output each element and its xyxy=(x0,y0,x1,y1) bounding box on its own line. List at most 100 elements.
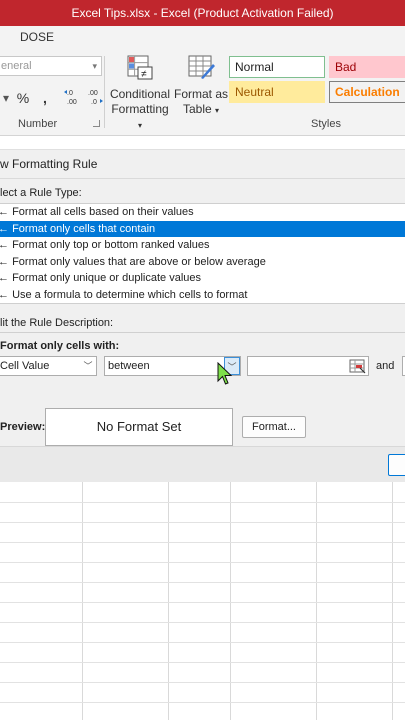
and-label: and xyxy=(376,360,395,372)
grid-column-line xyxy=(392,482,393,720)
format-only-cells-with-label: Format only cells with: xyxy=(0,340,120,352)
ribbon-tab[interactable]: DOSE xyxy=(20,30,54,44)
grid-column-line xyxy=(316,482,317,720)
dialog-footer xyxy=(0,446,405,482)
percent-style-button[interactable]: % xyxy=(12,90,34,106)
svg-text:.0: .0 xyxy=(67,90,73,97)
divider xyxy=(0,332,405,333)
number-format-dropdown[interactable]: eneral ▾ xyxy=(0,56,102,76)
rule-type-label: Use a formula to determine which cells t… xyxy=(12,288,248,301)
condition-value: Cell Value xyxy=(0,360,50,372)
rule-type-label: Format only cells that contain xyxy=(12,222,156,235)
bullet-arrow-icon: ← xyxy=(0,288,9,301)
divider xyxy=(0,178,405,179)
svg-text:.00: .00 xyxy=(88,90,98,97)
rule-type-item[interactable]: ← Use a formula to determine which cells… xyxy=(0,287,405,304)
preview-label: Preview: xyxy=(0,421,46,433)
condition-dropdown[interactable]: Cell Value ﹀ xyxy=(0,356,97,376)
style-neutral-label: Neutral xyxy=(235,85,274,99)
rule-type-item[interactable]: ← Format only unique or duplicate values xyxy=(0,270,405,287)
range-selector-icon[interactable] xyxy=(349,358,367,374)
style-normal-label: Normal xyxy=(235,60,274,74)
bullet-arrow-icon: ← xyxy=(0,239,9,252)
format-as-table-label-2: Table xyxy=(182,102,212,116)
number-group-label: Number xyxy=(18,118,58,130)
grid-row-line xyxy=(0,502,405,503)
value1-input[interactable] xyxy=(247,356,369,376)
chevron-down-icon: ▾ xyxy=(137,121,142,130)
style-neutral[interactable]: Neutral xyxy=(229,81,325,103)
select-rule-type-label: lect a Rule Type: xyxy=(0,187,82,199)
grid-row-line xyxy=(0,622,405,623)
grid-row-line xyxy=(0,582,405,583)
conditional-formatting-button[interactable]: ≠ Conditional Formatting ▾ xyxy=(108,54,172,133)
grid-row-line xyxy=(0,562,405,563)
grid-row-line xyxy=(0,642,405,643)
number-dialog-launcher-icon[interactable] xyxy=(93,120,100,127)
grid-row-line xyxy=(0,602,405,603)
window-title-bar: Excel Tips.xlsx - Excel (Product Activat… xyxy=(0,0,405,26)
grid-column-line xyxy=(230,482,231,720)
grid-row-line xyxy=(0,682,405,683)
rule-type-item[interactable]: ← Format only values that are above or b… xyxy=(0,254,405,271)
svg-text:.0: .0 xyxy=(91,99,97,106)
bullet-arrow-icon: ← xyxy=(0,272,9,285)
format-button[interactable]: Format... xyxy=(242,416,306,438)
rule-type-list: ← Format all cells based on their values… xyxy=(0,203,405,304)
format-as-table-icon xyxy=(188,55,215,79)
ribbon-separator xyxy=(104,56,105,128)
styles-group-label: Styles xyxy=(311,118,341,130)
grid-column-line xyxy=(82,482,83,720)
dialog-title: w Formatting Rule xyxy=(0,150,405,178)
format-as-table-button[interactable]: Format as Table ▾ xyxy=(174,54,228,118)
format-as-table-label-1: Format as xyxy=(174,87,229,101)
decrease-decimal-icon: .00 .0 xyxy=(88,90,103,106)
preview-text: No Format Set xyxy=(96,419,182,434)
style-bad-label: Bad xyxy=(335,60,357,74)
rule-type-label: Format only top or bottom ranked values xyxy=(12,239,210,252)
conditional-formatting-label-1: Conditional xyxy=(109,87,171,101)
rule-type-item[interactable]: ← Format all cells based on their values xyxy=(0,204,405,221)
mouse-pointer-icon xyxy=(217,362,233,385)
chevron-down-icon[interactable]: ﹀ xyxy=(80,357,96,375)
currency-chevron-icon[interactable]: ▾ xyxy=(0,91,12,105)
formula-bar-strip xyxy=(0,137,405,150)
number-format-value: eneral xyxy=(1,60,32,72)
bullet-arrow-icon: ← xyxy=(0,206,9,218)
grid-row-line xyxy=(0,662,405,663)
format-button-label: Format... xyxy=(251,421,296,433)
worksheet-grid[interactable] xyxy=(0,482,405,720)
grid-row-line xyxy=(0,702,405,703)
rule-type-label: Format all cells based on their values xyxy=(12,206,194,218)
conditional-formatting-icon: ≠ xyxy=(127,55,153,80)
window-title: Excel Tips.xlsx - Excel (Product Activat… xyxy=(71,6,334,20)
chevron-down-icon: ▾ xyxy=(215,106,220,115)
comma-style-button[interactable]: , xyxy=(34,90,56,106)
ok-button[interactable] xyxy=(388,454,405,476)
number-tools: ▾ % , .0 .00 .00 .0 xyxy=(0,86,106,110)
style-bad[interactable]: Bad xyxy=(329,56,405,78)
increase-decimal-icon: .0 .00 xyxy=(64,90,77,106)
rule-type-item[interactable]: ← Format only top or bottom ranked value… xyxy=(0,237,405,254)
increase-decimal-button[interactable]: .0 .00 xyxy=(62,87,84,109)
preview-box: No Format Set xyxy=(45,408,233,446)
style-normal[interactable]: Normal xyxy=(229,56,325,78)
style-calculation-label: Calculation xyxy=(335,85,400,99)
decrease-decimal-button[interactable]: .00 .0 xyxy=(84,87,106,109)
edit-rule-description-label: lit the Rule Description: xyxy=(0,317,114,329)
grid-column-line xyxy=(168,482,169,720)
new-formatting-rule-dialog: w Formatting Rule lect a Rule Type: ← Fo… xyxy=(0,150,405,482)
conditional-formatting-label-2: Formatting xyxy=(111,102,169,116)
rule-type-label: Format only values that are above or bel… xyxy=(12,255,266,268)
grid-row-line xyxy=(0,522,405,523)
svg-text:≠: ≠ xyxy=(141,69,147,80)
rule-type-item[interactable]: ← Format only cells that contain xyxy=(0,220,405,238)
style-calculation[interactable]: Calculation xyxy=(329,81,405,103)
ribbon: DOSE eneral ▾ ▾ % , .0 .00 .00 .0 Number xyxy=(0,26,405,136)
grid-row-line xyxy=(0,542,405,543)
bullet-arrow-icon: ← xyxy=(0,255,9,268)
bullet-arrow-icon: ← xyxy=(0,222,9,235)
rule-type-label: Format only unique or duplicate values xyxy=(12,272,202,285)
svg-text:.00: .00 xyxy=(67,99,77,106)
chevron-down-icon: ▾ xyxy=(92,61,97,71)
